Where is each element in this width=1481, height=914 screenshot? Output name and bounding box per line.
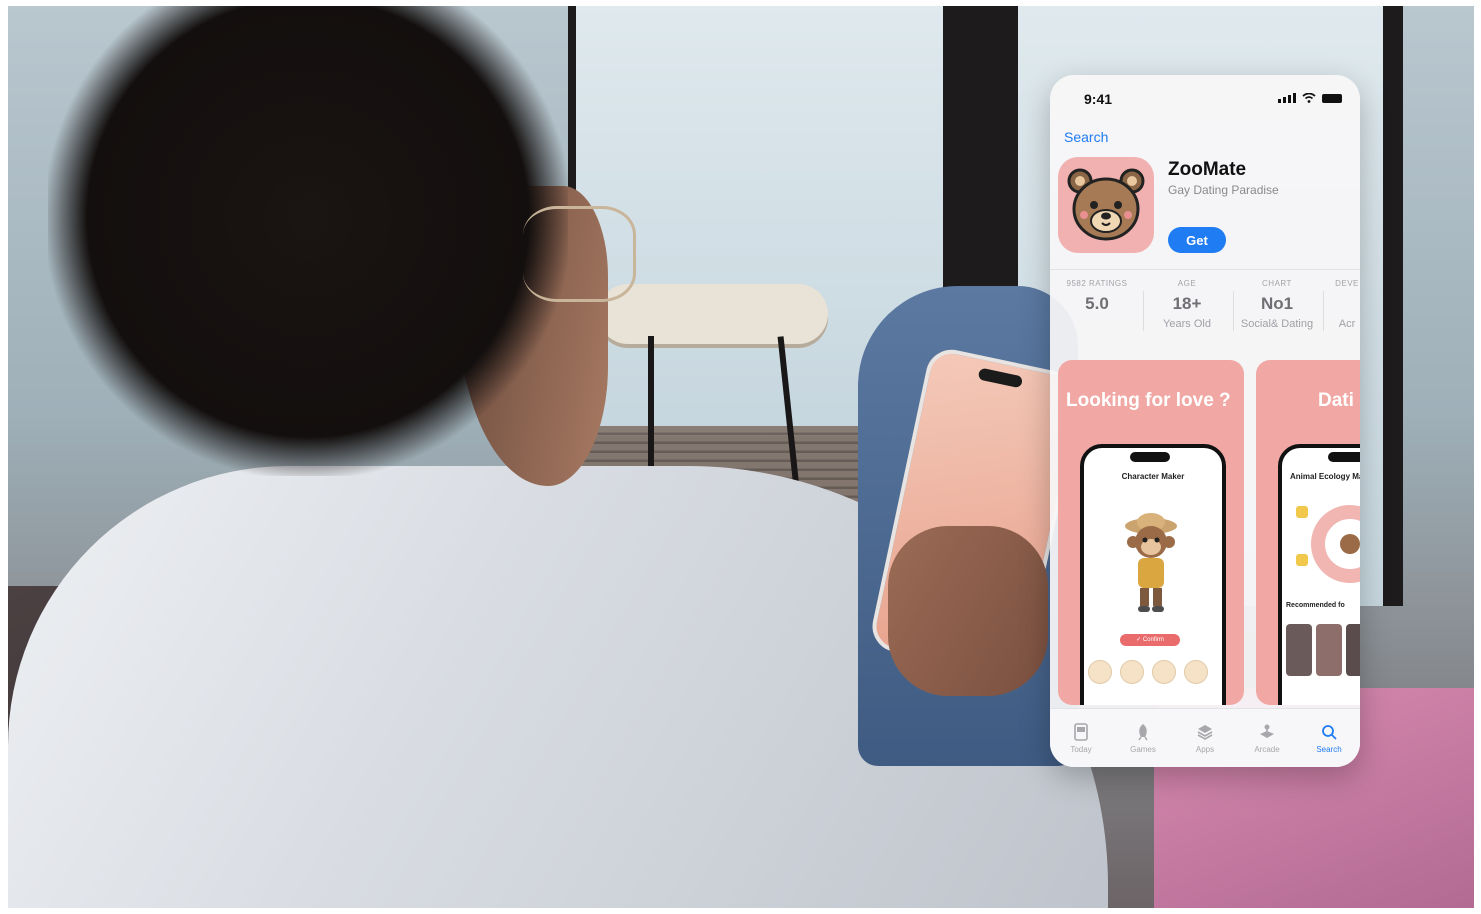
tab-label: Today bbox=[1070, 744, 1092, 754]
screenshot-headline: Looking for love ? bbox=[1066, 390, 1231, 411]
tab-label: Apps bbox=[1195, 744, 1215, 754]
apps-stack-icon bbox=[1197, 724, 1213, 740]
avatar bbox=[1088, 660, 1112, 684]
status-bar: 9:41 bbox=[1050, 75, 1360, 121]
tab-apps[interactable]: Apps bbox=[1174, 709, 1236, 767]
avatar bbox=[1120, 660, 1144, 684]
tab-label: Arcade bbox=[1254, 744, 1280, 754]
stat-value: 18+ bbox=[1172, 294, 1202, 313]
stat-detail: Acr bbox=[1338, 318, 1356, 330]
mini-phone: Character Maker ✓ Confirm bbox=[1080, 444, 1226, 705]
divider bbox=[1050, 269, 1360, 270]
phone-notch bbox=[1130, 452, 1170, 462]
tab-search[interactable]: Search bbox=[1298, 709, 1360, 767]
screen-title: Character Maker bbox=[1121, 472, 1185, 481]
back-search-link[interactable]: Search bbox=[1064, 129, 1108, 145]
avatar bbox=[1184, 660, 1208, 684]
screen-title: Animal Ecology Map bbox=[1290, 472, 1360, 481]
profile-thumb bbox=[1346, 624, 1360, 676]
app-name: ZooMate bbox=[1168, 159, 1247, 180]
wifi-icon bbox=[1302, 93, 1316, 103]
tab-bar: Today Games Apps Arcade Search bbox=[1050, 708, 1360, 767]
monkey-character-icon bbox=[1125, 513, 1177, 612]
stats-row: 9582 RATINGS 5.0 AGE 18+ Years Old CHART… bbox=[1050, 279, 1360, 343]
search-icon bbox=[1322, 724, 1337, 740]
screenshot-card[interactable]: Looking for love ? Character Maker ✓ Con… bbox=[1058, 360, 1244, 705]
mini-phone: Animal Ecology Map Recommended fo bbox=[1278, 444, 1360, 705]
tab-today[interactable]: Today bbox=[1050, 709, 1112, 767]
stat-label: AGE bbox=[1177, 279, 1197, 288]
recommended-row bbox=[1286, 624, 1360, 676]
arcade-icon bbox=[1260, 724, 1274, 738]
avatar-row bbox=[1088, 660, 1208, 684]
battery-icon bbox=[1322, 94, 1342, 103]
tab-arcade[interactable]: Arcade bbox=[1236, 709, 1298, 767]
stat-value: 5.0 bbox=[1085, 294, 1109, 313]
avatar bbox=[1152, 660, 1176, 684]
section-title: Recommended fo bbox=[1286, 602, 1345, 609]
screenshot-card[interactable]: Dati Animal Ecology Map Recommended fo bbox=[1256, 360, 1360, 705]
phone-notch bbox=[1328, 452, 1360, 462]
status-time: 9:41 bbox=[1084, 91, 1113, 107]
confirm-button: ✓ Confirm bbox=[1120, 634, 1180, 646]
window-frame bbox=[1383, 6, 1403, 606]
map-chart-icon bbox=[1296, 505, 1360, 583]
profile-thumb bbox=[1316, 624, 1342, 676]
stat-detail: Years Old bbox=[1163, 318, 1211, 330]
tab-games[interactable]: Games bbox=[1112, 709, 1174, 767]
screenshot-headline: Dati bbox=[1318, 390, 1354, 411]
stat-developer: DEVE Acr bbox=[1302, 279, 1360, 330]
status-icons bbox=[1278, 93, 1342, 103]
stat-ratings: 9582 RATINGS 5.0 bbox=[1052, 279, 1142, 318]
profile-thumb bbox=[1286, 624, 1312, 676]
stat-label: DEVE bbox=[1335, 279, 1359, 288]
stat-age: AGE 18+ Years Old bbox=[1142, 279, 1232, 330]
signal-icon bbox=[1278, 93, 1296, 103]
tab-label: Games bbox=[1130, 744, 1156, 754]
eyeglasses bbox=[523, 206, 636, 302]
app-store-card: 9:41 Search ZooMate Gay Dating Paradise … bbox=[1050, 75, 1360, 767]
app-icon[interactable] bbox=[1058, 157, 1154, 253]
chair-cushion bbox=[598, 284, 828, 344]
hand bbox=[888, 526, 1048, 696]
rocket-icon bbox=[1138, 723, 1148, 740]
tab-label: Search bbox=[1316, 744, 1342, 754]
bear-face-icon bbox=[1067, 168, 1145, 241]
app-subtitle: Gay Dating Paradise bbox=[1168, 183, 1279, 197]
stat-label: 9582 RATINGS bbox=[1066, 279, 1128, 288]
today-icon bbox=[1074, 722, 1088, 741]
person-hair bbox=[48, 6, 568, 476]
get-button[interactable]: Get bbox=[1168, 227, 1226, 253]
stat-value bbox=[1302, 294, 1360, 314]
